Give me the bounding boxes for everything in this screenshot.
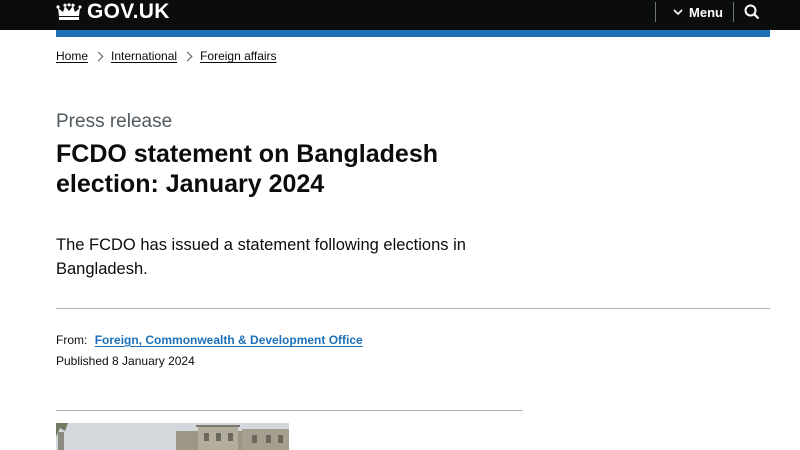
header-divider [655, 2, 656, 22]
header-accent-bar [56, 30, 770, 37]
section-divider [56, 410, 523, 411]
breadcrumb-international[interactable]: International [111, 49, 177, 63]
hero-image [56, 423, 289, 450]
logo-text: GOV.UK [87, 0, 170, 23]
menu-button[interactable]: Menu [664, 0, 732, 24]
page-lede: The FCDO has issued a statement followin… [56, 236, 466, 278]
govuk-logo[interactable]: GOV.UK [56, 0, 170, 24]
site-header: GOV.UK Menu [0, 0, 800, 30]
chevron-down-icon [673, 8, 683, 15]
from-organisation-link[interactable]: Foreign, Commonwealth & Development Offi… [95, 333, 363, 347]
breadcrumb-foreign-affairs[interactable]: Foreign affairs [200, 49, 276, 63]
menu-label: Menu [689, 4, 723, 20]
breadcrumb-home[interactable]: Home [56, 49, 88, 63]
chevron-right-icon [93, 51, 104, 61]
chevron-right-icon [182, 51, 193, 61]
search-icon [744, 4, 760, 20]
from-label: From: [56, 333, 88, 347]
search-button[interactable] [738, 0, 766, 24]
crown-icon [56, 3, 82, 20]
published-date: Published 8 January 2024 [56, 354, 195, 368]
section-divider [56, 308, 770, 309]
header-divider [733, 2, 734, 22]
page-title: FCDO statement on Bangladesh election: J… [56, 140, 438, 198]
page-caption: Press release [56, 111, 173, 132]
from-line: From: Foreign, Commonwealth & Developmen… [56, 332, 363, 348]
breadcrumb: Home International Foreign affairs [56, 47, 277, 65]
